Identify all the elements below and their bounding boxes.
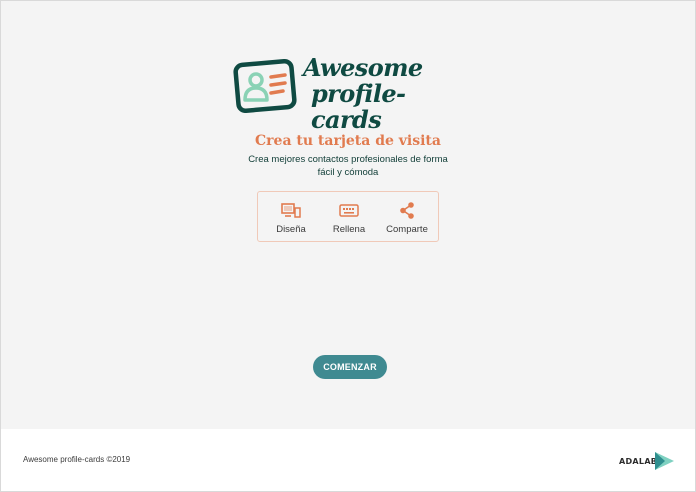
landing-main: Awesome profile-cards Crea tu tarjeta de…: [1, 1, 695, 429]
app-logo: Awesome profile-cards: [233, 55, 473, 133]
adalab-arrow-icon: [655, 452, 674, 470]
step-design: Diseña: [261, 202, 321, 235]
start-button[interactable]: COMENZAR: [313, 355, 387, 379]
adalab-logo-link[interactable]: ADALAB: [619, 451, 677, 471]
design-icon: [261, 202, 321, 220]
page-subtitle: Crea mejores contactos profesionales de …: [248, 154, 448, 178]
brand-name: ADALAB: [619, 457, 658, 466]
step-share-label: Comparte: [386, 224, 428, 235]
step-fill: Rellena: [319, 202, 379, 235]
step-design-label: Diseña: [276, 224, 306, 235]
keyboard-icon: [319, 202, 379, 220]
logo-line-2: profile-cards: [311, 79, 406, 134]
share-icon: [377, 202, 437, 220]
copyright-text: Awesome profile-cards ©2019: [23, 455, 131, 464]
logo-wordmark: Awesome profile-cards: [303, 55, 473, 133]
step-fill-label: Rellena: [332, 224, 366, 235]
page-footer: Awesome profile-cards ©2019 ADALAB: [1, 429, 695, 490]
steps-panel: Diseña Rellena Comparte: [257, 191, 439, 242]
logo-line-1: Awesome: [303, 53, 423, 82]
profile-card-icon: [233, 58, 297, 113]
page-headline: Crea tu tarjeta de visita: [255, 133, 441, 149]
step-share: Comparte: [377, 202, 437, 235]
